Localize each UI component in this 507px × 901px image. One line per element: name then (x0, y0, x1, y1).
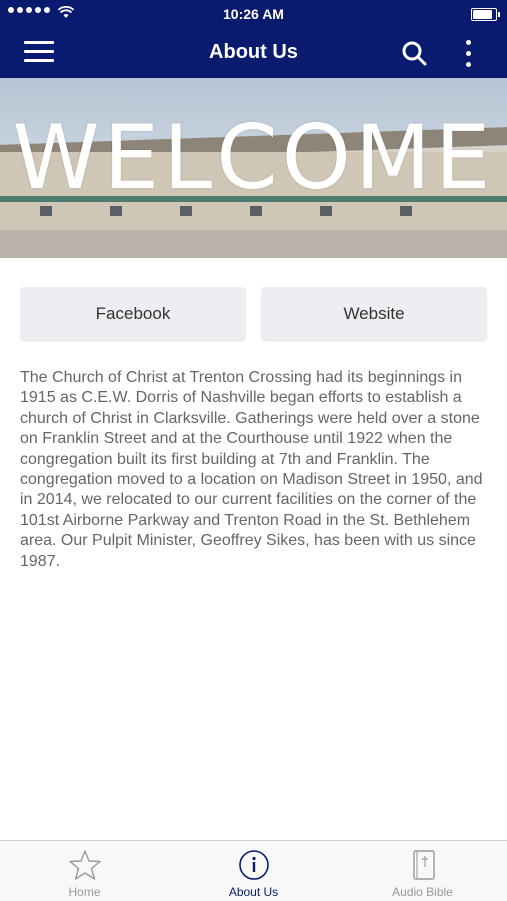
navigation-bar: About Us (0, 28, 507, 78)
tab-bar: Home About Us Audio Bible (0, 840, 507, 901)
tab-label: Home (68, 885, 101, 899)
welcome-text: WELCOME (12, 106, 495, 209)
star-icon (68, 850, 101, 880)
info-icon (238, 850, 269, 880)
tab-label: Audio Bible (392, 885, 453, 899)
tab-home[interactable]: Home (0, 841, 169, 901)
battery-icon (471, 8, 500, 21)
status-time: 10:26 AM (223, 6, 284, 22)
tab-about-us[interactable]: About Us (169, 841, 338, 901)
tab-audio-bible[interactable]: Audio Bible (338, 841, 507, 901)
website-button[interactable]: Website (261, 287, 487, 340)
facebook-button[interactable]: Facebook (20, 287, 246, 340)
status-bar: 10:26 AM (0, 0, 507, 28)
tab-label: About Us (228, 885, 279, 899)
more-vertical-icon[interactable] (458, 38, 478, 72)
page-title: About Us (209, 41, 298, 63)
battery-level (473, 10, 492, 19)
search-icon[interactable] (400, 39, 428, 67)
bible-icon (412, 850, 435, 880)
welcome-banner: WELCOME (0, 78, 507, 258)
about-description: The Church of Christ at Trenton Crossing… (20, 369, 483, 570)
